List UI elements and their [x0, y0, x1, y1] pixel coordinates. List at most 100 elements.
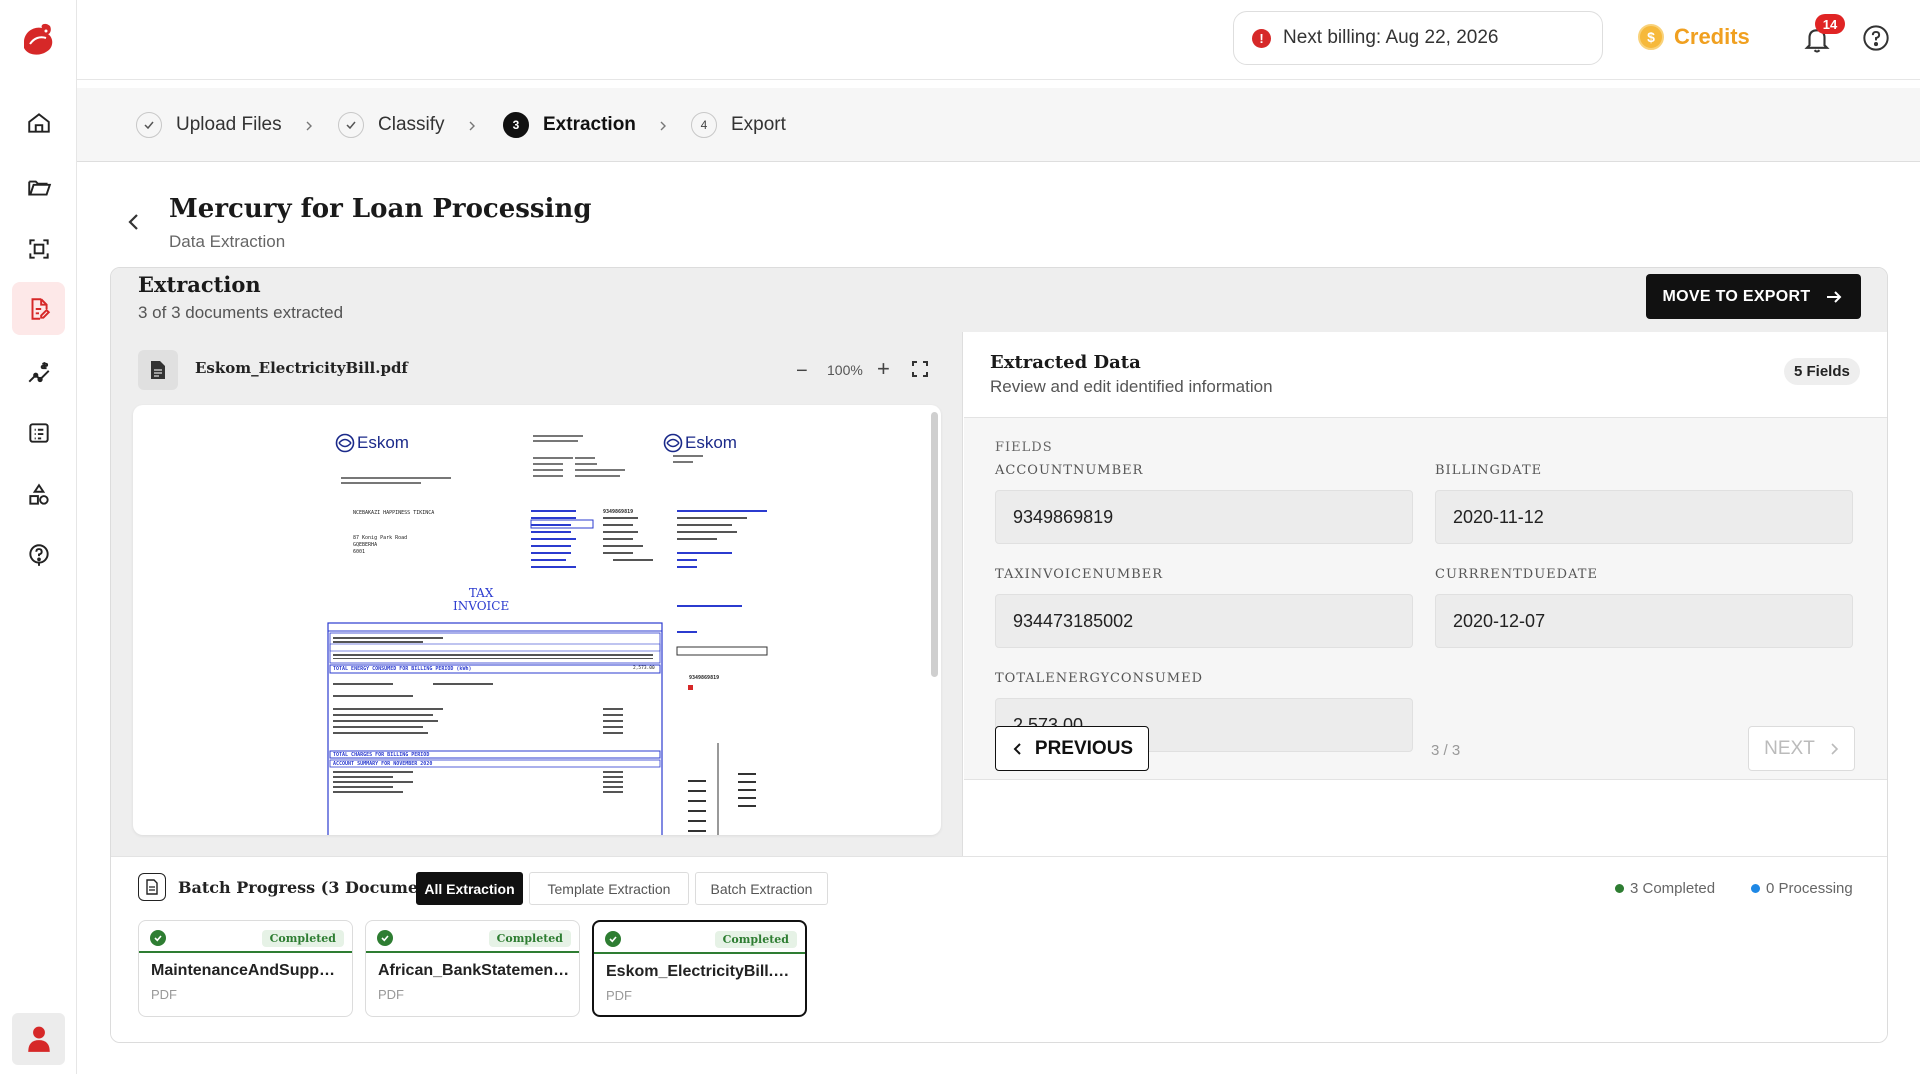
document-card[interactable]: Completed African_BankStatement.pdf PDF [365, 920, 580, 1017]
bill-address-line3: 6001 [353, 549, 366, 555]
bill-address-line1: 87 Konig Park Road [353, 535, 408, 541]
sidebar-item-home[interactable] [12, 96, 65, 149]
sidebar-item-folders[interactable] [12, 160, 65, 213]
check-icon [136, 112, 162, 138]
chevron-left-icon [1013, 742, 1021, 755]
document-type: PDF [378, 987, 404, 1002]
document-card-selected[interactable]: Completed Eskom_ElectricityBill.pdf PDF [592, 920, 807, 1017]
step-label: Export [731, 114, 786, 135]
sidebar-item-extraction[interactable] [12, 282, 65, 335]
processing-dot-icon [1751, 884, 1760, 893]
document-card[interactable]: Completed MaintenanceAndSupport.pdf PDF [138, 920, 353, 1017]
bill-account-number-side: 9349869819 [689, 675, 720, 681]
card-divider [139, 951, 352, 953]
sidebar-item-help[interactable] [12, 528, 65, 581]
user-icon [27, 1026, 50, 1052]
document-type: PDF [151, 987, 177, 1002]
field-label: ACCOUNTNUMBER [995, 463, 1144, 478]
bill-page: Eskom Eskom NCEBAKAZI HAPPINESS TIKINCA … [313, 425, 773, 835]
check-circle-icon [377, 930, 393, 946]
bill-total-energy-value: 2,573.00 [633, 666, 655, 671]
sidebar-item-billing[interactable] [12, 346, 65, 399]
document-name: MaintenanceAndSupport.pdf [151, 962, 343, 979]
notification-badge: 14 [1815, 14, 1845, 34]
chevron-right-icon [660, 121, 666, 131]
info-icon: ! [1252, 28, 1271, 48]
next-button[interactable]: NEXT [1748, 726, 1855, 771]
zoom-out-button[interactable]: − [796, 360, 808, 383]
billing-text: Next billing: Aug 22, 2026 [1283, 27, 1499, 48]
viewer-file-name: Eskom_ElectricityBill.pdf [195, 359, 408, 377]
bill-summary-label: ACCOUNT SUMMARY FOR NOVEMBER 2020 [333, 761, 433, 767]
page-subtitle: Data Extraction [169, 232, 286, 251]
arrow-right-icon [1827, 290, 1842, 303]
check-circle-icon [150, 930, 166, 946]
step-classify[interactable]: Classify [338, 112, 445, 138]
user-avatar[interactable] [12, 1013, 65, 1065]
app-logo[interactable] [16, 20, 60, 60]
step-number: 4 [691, 112, 717, 138]
processing-status: 0 Processing [1751, 880, 1853, 897]
tax-invoice-number-field[interactable]: 934473185002 [995, 594, 1413, 648]
viewer-scrollbar[interactable] [931, 412, 938, 677]
step-export[interactable]: 4 Export [691, 112, 786, 138]
folder-icon [27, 180, 51, 196]
move-to-export-label: MOVE TO EXPORT [1662, 287, 1811, 305]
back-arrow-icon[interactable] [124, 210, 144, 234]
tab-all-extraction[interactable]: All Extraction [416, 872, 523, 905]
billing-date-field[interactable]: 2020-11-12 [1435, 490, 1853, 544]
bill-customer-name: NCEBAKAZI HAPPINESS TIKINCA [353, 510, 435, 516]
move-to-export-button[interactable]: MOVE TO EXPORT [1646, 274, 1861, 319]
document-name: Eskom_ElectricityBill.pdf [606, 963, 798, 980]
bill-fine-print [327, 435, 768, 835]
field-label: BILLINGDATE [1435, 463, 1543, 478]
previous-button[interactable]: PREVIOUS [995, 726, 1149, 771]
field-label: TAXINVOICENUMBER [995, 567, 1163, 582]
bill-address-line2: GQEBERHA [353, 542, 378, 548]
help-icon[interactable] [1862, 24, 1890, 52]
extraction-header: Extraction 3 of 3 documents extracted MO… [111, 268, 1887, 332]
document-type: PDF [606, 988, 632, 1003]
tab-template-extraction[interactable]: Template Extraction [529, 872, 689, 905]
batch-progress-section: Batch Progress (3 Documents) All Extract… [111, 856, 1887, 1042]
bill-title-line2: INVOICE [453, 599, 510, 613]
billing-chip[interactable]: ! Next billing: Aug 22, 2026 [1233, 11, 1603, 65]
extracted-data-pane: Extracted Data Review and edit identifie… [964, 332, 1887, 856]
step-extraction[interactable]: 3 Extraction [503, 112, 636, 138]
page-title: Mercury for Loan Processing [169, 194, 592, 224]
step-label: Extraction [543, 114, 636, 135]
checklist-icon [28, 422, 49, 443]
account-number-field[interactable]: 9349869819 [995, 490, 1413, 544]
extraction-card: Extraction 3 of 3 documents extracted MO… [110, 267, 1888, 1043]
file-icon-box [138, 350, 178, 390]
home-icon [27, 112, 50, 133]
sidebar-item-shapes[interactable] [12, 468, 65, 521]
extracted-data-subtitle: Review and edit identified information [990, 377, 1273, 396]
current-due-date-field[interactable]: 2020-12-07 [1435, 594, 1853, 648]
credits-button[interactable]: $ Credits [1638, 24, 1750, 50]
document-name: African_BankStatement.pdf [378, 962, 570, 979]
sidebar-item-scan[interactable] [12, 222, 65, 275]
status-badge: Completed [714, 931, 797, 948]
tab-batch-extraction[interactable]: Batch Extraction [695, 872, 828, 905]
chevron-right-icon [469, 121, 475, 131]
zoom-in-button[interactable]: + [877, 356, 890, 382]
step-upload-files[interactable]: Upload Files [136, 112, 282, 138]
credits-label: Credits [1674, 24, 1750, 49]
fields-count-badge: 5 Fields [1784, 358, 1860, 385]
chevron-right-icon [306, 121, 312, 131]
sidebar-item-tasks[interactable] [12, 406, 65, 459]
bill-account-number: 9349869819 [603, 509, 634, 515]
field-label: CURRRENTDUEDATE [1435, 567, 1598, 582]
document-preview[interactable]: Eskom Eskom NCEBAKAZI HAPPINESS TIKINCA … [133, 405, 941, 835]
previous-label: PREVIOUS [1034, 737, 1134, 759]
progress-stepper: Upload Files Classify 3 Extraction 4 Exp… [77, 88, 1920, 162]
bill-title: TAX INVOICE [453, 587, 509, 613]
status-badge: Completed [488, 930, 571, 947]
coin-icon: $ [1638, 24, 1664, 50]
step-number: 3 [503, 112, 529, 138]
extraction-title: Extraction [138, 272, 261, 297]
fullscreen-icon[interactable] [911, 360, 929, 378]
document-viewer-pane: Eskom_ElectricityBill.pdf − 100% + Eskom… [111, 332, 963, 856]
chevron-right-icon [1831, 742, 1838, 755]
